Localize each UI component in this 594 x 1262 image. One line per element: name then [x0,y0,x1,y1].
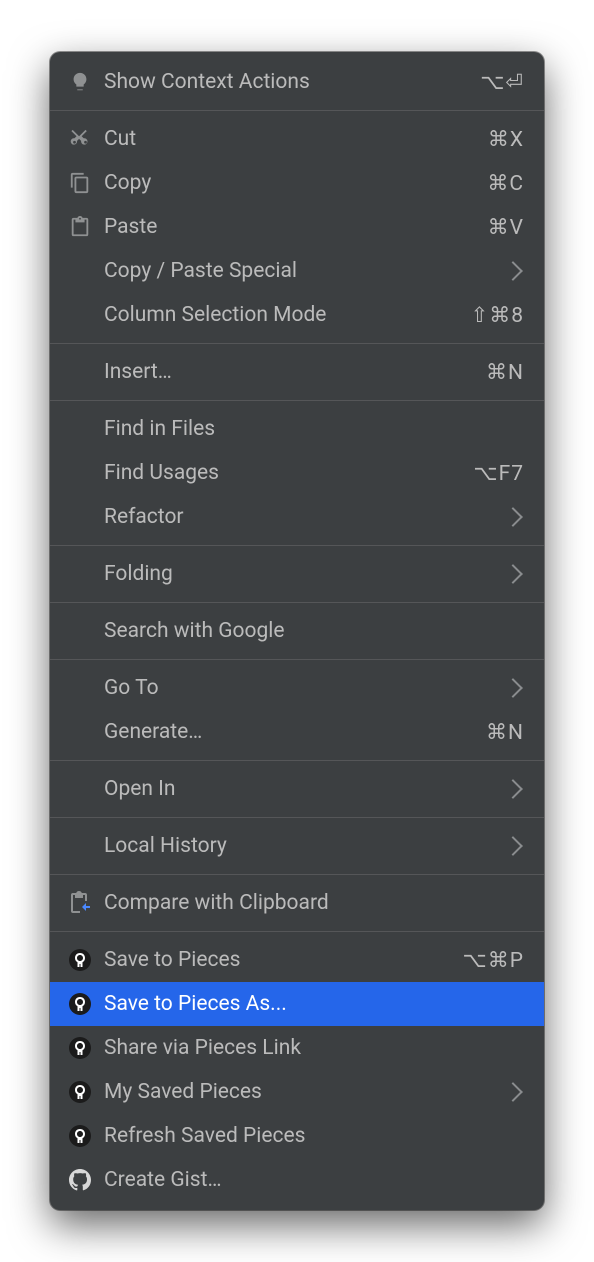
blank-icon [64,257,96,285]
menu-item-generate[interactable]: Generate… ⌘N [50,710,544,754]
menu-item-find-usages[interactable]: Find Usages ⌥F7 [50,451,544,495]
menu-item-label: Create Gist… [104,1168,524,1192]
menu-separator [50,110,544,111]
chevron-right-icon [503,678,523,698]
menu-item-shortcut: ⌘N [486,360,524,385]
context-menu: Show Context Actions ⌥⏎ Cut ⌘X Copy ⌘C P… [50,52,544,1210]
pieces-icon [64,1122,96,1150]
menu-item-save-to-pieces[interactable]: Save to Pieces ⌥⌘P [50,938,544,982]
chevron-right-icon [503,261,523,281]
menu-item-label: Refactor [104,505,506,529]
lightbulb-icon [64,68,96,96]
menu-item-go-to[interactable]: Go To [50,666,544,710]
pieces-icon [64,946,96,974]
menu-item-local-history[interactable]: Local History [50,824,544,868]
menu-item-label: Folding [104,562,506,586]
menu-separator [50,817,544,818]
blank-icon [64,832,96,860]
menu-item-label: Open In [104,777,506,801]
blank-icon [64,503,96,531]
menu-item-label: Cut [104,127,488,151]
menu-separator [50,343,544,344]
menu-item-cut[interactable]: Cut ⌘X [50,117,544,161]
menu-item-shortcut: ⇧⌘8 [471,303,524,328]
pieces-icon [64,990,96,1018]
menu-item-shortcut: ⌘X [488,127,524,152]
chevron-right-icon [503,836,523,856]
menu-item-show-context-actions[interactable]: Show Context Actions ⌥⏎ [50,60,544,104]
menu-item-save-to-pieces-as[interactable]: Save to Pieces As... [50,982,544,1026]
menu-item-paste[interactable]: Paste ⌘V [50,205,544,249]
menu-separator [50,931,544,932]
pieces-icon [64,1034,96,1062]
pieces-icon [64,1078,96,1106]
chevron-right-icon [503,779,523,799]
github-icon [64,1166,96,1194]
menu-item-search-with-google[interactable]: Search with Google [50,609,544,653]
menu-item-label: Find in Files [104,417,524,441]
menu-item-compare-with-clipboard[interactable]: Compare with Clipboard [50,881,544,925]
menu-item-label: Local History [104,834,506,858]
chevron-right-icon [503,1082,523,1102]
scissors-icon [64,125,96,153]
menu-item-refresh-saved-pieces[interactable]: Refresh Saved Pieces [50,1114,544,1158]
menu-item-shortcut: ⌘C [487,171,524,196]
menu-item-shortcut: ⌥⏎ [480,70,524,95]
menu-item-open-in[interactable]: Open In [50,767,544,811]
menu-item-my-saved-pieces[interactable]: My Saved Pieces [50,1070,544,1114]
menu-item-insert[interactable]: Insert… ⌘N [50,350,544,394]
menu-item-shortcut: ⌥F7 [473,461,524,486]
menu-separator [50,760,544,761]
blank-icon [64,358,96,386]
blank-icon [64,674,96,702]
diff-clipboard-icon [64,889,96,917]
blank-icon [64,301,96,329]
menu-item-share-via-pieces-link[interactable]: Share via Pieces Link [50,1026,544,1070]
menu-separator [50,545,544,546]
menu-item-label: Paste [104,215,488,239]
menu-item-label: Column Selection Mode [104,303,471,327]
menu-item-refactor[interactable]: Refactor [50,495,544,539]
menu-item-label: My Saved Pieces [104,1080,506,1104]
menu-item-label: Generate… [104,720,486,744]
menu-item-label: Share via Pieces Link [104,1036,524,1060]
blank-icon [64,617,96,645]
menu-item-copy[interactable]: Copy ⌘C [50,161,544,205]
menu-separator [50,874,544,875]
chevron-right-icon [503,507,523,527]
menu-item-folding[interactable]: Folding [50,552,544,596]
menu-item-label: Find Usages [104,461,473,485]
blank-icon [64,775,96,803]
blank-icon [64,560,96,588]
menu-item-column-selection-mode[interactable]: Column Selection Mode ⇧⌘8 [50,293,544,337]
menu-item-label: Insert… [104,360,486,384]
copy-icon [64,169,96,197]
menu-separator [50,659,544,660]
blank-icon [64,718,96,746]
menu-item-label: Copy / Paste Special [104,259,506,283]
clipboard-icon [64,213,96,241]
blank-icon [64,415,96,443]
menu-item-label: Copy [104,171,487,195]
menu-item-label: Show Context Actions [104,70,480,94]
chevron-right-icon [503,564,523,584]
menu-item-label: Refresh Saved Pieces [104,1124,524,1148]
menu-item-shortcut: ⌘N [486,720,524,745]
menu-item-find-in-files[interactable]: Find in Files [50,407,544,451]
menu-item-label: Go To [104,676,506,700]
menu-item-copy-paste-special[interactable]: Copy / Paste Special [50,249,544,293]
blank-icon [64,459,96,487]
menu-separator [50,400,544,401]
menu-item-label: Save to Pieces As... [104,992,524,1016]
menu-separator [50,602,544,603]
menu-item-label: Save to Pieces [104,948,463,972]
menu-item-label: Search with Google [104,619,524,643]
menu-item-shortcut: ⌥⌘P [463,948,524,973]
menu-item-create-gist[interactable]: Create Gist… [50,1158,544,1202]
menu-item-shortcut: ⌘V [488,215,524,240]
menu-item-label: Compare with Clipboard [104,891,524,915]
